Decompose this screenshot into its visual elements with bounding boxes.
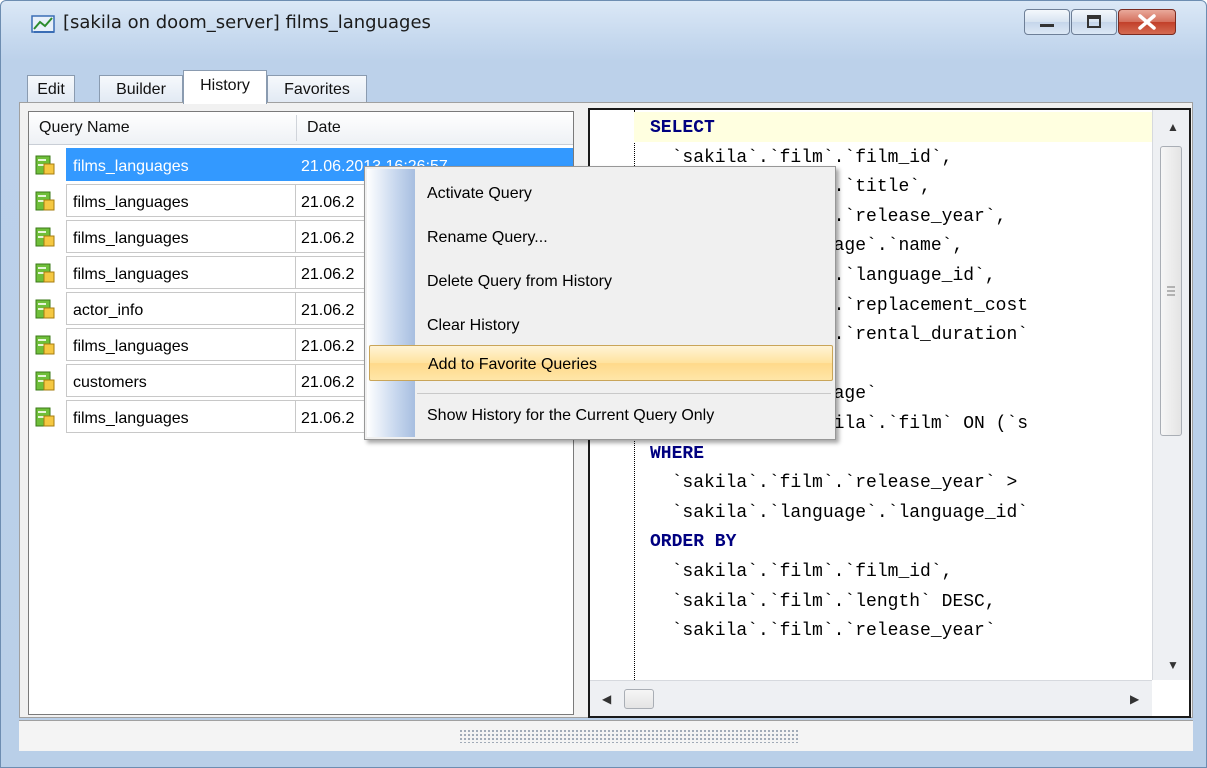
title-bar[interactable]: [sakila on doom_server] films_languages [1, 1, 1206, 45]
column-header-query-name[interactable]: Query Name [39, 119, 130, 137]
code-line: `sakila`.`film`.`release_year` > [650, 473, 1018, 494]
grid-header: Query Name Date [29, 112, 573, 145]
menu-item-add-to-favorites[interactable]: Add to Favorite Queries [369, 345, 833, 381]
tab-label: History [200, 77, 250, 94]
menu-item-rename-query[interactable]: Rename Query... [417, 219, 831, 255]
menu-item-clear-history[interactable]: Clear History [417, 307, 831, 343]
maximize-button[interactable] [1071, 9, 1117, 35]
query-name-cell[interactable]: films_languages [66, 220, 331, 253]
scroll-right-arrow[interactable]: ▶ [1130, 692, 1139, 706]
close-button[interactable] [1118, 9, 1176, 35]
tab-label: Edit [37, 81, 65, 98]
horizontal-splitter[interactable] [19, 720, 1193, 751]
scroll-down-arrow[interactable]: ▼ [1167, 658, 1179, 672]
query-name-cell[interactable]: films_languages [66, 328, 331, 361]
menu-item-activate-query[interactable]: Activate Query [417, 175, 831, 211]
column-divider[interactable] [296, 115, 297, 141]
splitter-grip[interactable] [459, 729, 799, 743]
vertical-scroll-thumb[interactable] [1160, 146, 1182, 436]
code-line: `sakila`.`film`.`length` DESC, [650, 591, 996, 612]
tab-history[interactable]: History [183, 70, 267, 104]
horizontal-scrollbar[interactable]: ◀ ▶ [590, 680, 1152, 716]
maximize-icon [1087, 15, 1101, 28]
query-name-cell[interactable]: actor_info [66, 292, 331, 325]
menu-separator [417, 393, 831, 394]
scroll-left-arrow[interactable]: ◀ [602, 692, 611, 706]
query-icon [35, 335, 55, 355]
window-title: [sakila on doom_server] films_languages [63, 12, 431, 33]
context-menu: Activate Query Rename Query... Delete Qu… [364, 166, 836, 440]
tab-edit[interactable]: Edit [27, 75, 75, 103]
code-line: SELECT [650, 118, 715, 138]
query-icon [35, 263, 55, 283]
menu-item-show-current-only[interactable]: Show History for the Current Query Only [417, 397, 831, 433]
query-icon [35, 227, 55, 247]
minimize-button[interactable] [1024, 9, 1070, 35]
query-builder-icon [31, 15, 55, 33]
menu-item-delete-query[interactable]: Delete Query from History [417, 263, 831, 299]
tab-label: Favorites [284, 81, 350, 98]
query-name-cell[interactable]: customers [66, 364, 331, 397]
query-icon [35, 407, 55, 427]
code-line: WHERE [650, 443, 705, 464]
scroll-up-arrow[interactable]: ▲ [1167, 120, 1179, 134]
code-line: `sakila`.`film`.`film_id`, [650, 147, 953, 168]
horizontal-scroll-thumb[interactable] [624, 689, 654, 709]
grip-icon [1167, 286, 1175, 296]
code-line: `sakila`.`film`.`film_id`, [650, 562, 953, 582]
query-name-cell[interactable]: films_languages [66, 184, 331, 217]
minimize-icon [1040, 24, 1054, 27]
query-name-cell[interactable]: films_languages [66, 400, 331, 433]
code-line: `sakila`.`film`.`release_year` [650, 621, 996, 642]
query-icon [35, 299, 55, 319]
query-icon [35, 155, 55, 175]
vertical-scrollbar[interactable]: ▲ ▼ [1152, 110, 1189, 680]
code-line: `sakila`.`language`.`language_id` [650, 502, 1029, 523]
column-header-date[interactable]: Date [307, 119, 341, 137]
code-line: ORDER BY [650, 532, 737, 553]
close-icon [1138, 14, 1156, 30]
tab-favorites[interactable]: Favorites [267, 75, 367, 103]
query-name-cell[interactable]: films_languages [66, 256, 331, 289]
menu-icon-strip [367, 169, 415, 437]
query-name-cell[interactable]: films_languages [66, 148, 331, 181]
tab-builder[interactable]: Builder [99, 75, 183, 103]
query-icon [35, 371, 55, 391]
tab-label: Builder [116, 81, 166, 98]
query-icon [35, 191, 55, 211]
